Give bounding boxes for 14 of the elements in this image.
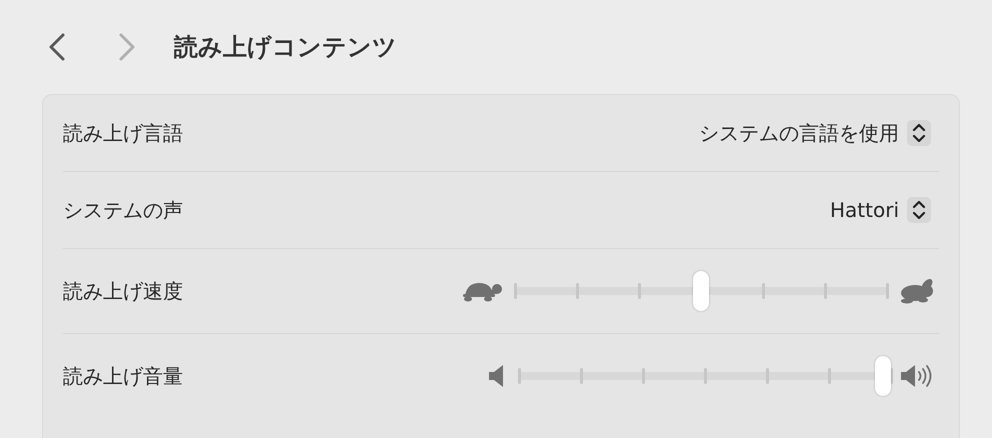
setting-label: 読み上げ言語 — [63, 120, 183, 146]
page-title: 読み上げコンテンツ — [174, 32, 397, 63]
setting-label: 読み上げ音量 — [63, 362, 183, 390]
speaker-low-icon — [489, 365, 503, 387]
setting-label: システムの声 — [63, 196, 183, 224]
slider[interactable] — [515, 271, 887, 311]
stepper-icon — [907, 197, 931, 223]
popup-menu[interactable]: Hattori — [830, 197, 931, 223]
popup-menu[interactable]: システムの言語を使用 — [699, 120, 931, 146]
slider-thumb[interactable] — [693, 271, 709, 311]
stepper-icon — [907, 120, 931, 146]
setting-label: 読み上げ速度 — [63, 278, 183, 304]
slider[interactable] — [519, 356, 891, 396]
slider-thumb[interactable] — [875, 356, 891, 396]
